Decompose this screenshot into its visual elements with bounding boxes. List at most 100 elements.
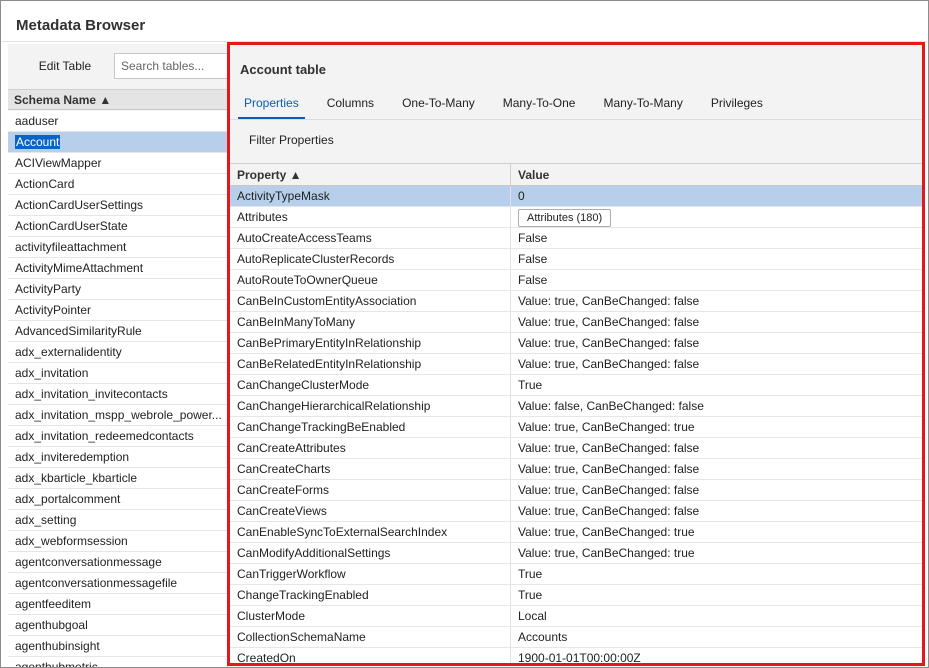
table-list-item[interactable]: adx_webformsession bbox=[8, 531, 227, 552]
property-row[interactable]: CanModifyAdditionalSettingsValue: true, … bbox=[230, 543, 922, 564]
property-row[interactable]: AutoRouteToOwnerQueueFalse bbox=[230, 270, 922, 291]
property-value: True bbox=[511, 585, 922, 605]
property-row[interactable]: AttributesAttributes (180) bbox=[230, 207, 922, 228]
property-value: Value: true, CanBeChanged: false bbox=[511, 354, 922, 374]
property-row[interactable]: ChangeTrackingEnabledTrue bbox=[230, 585, 922, 606]
table-list-item-label: agenthubmetric bbox=[15, 660, 98, 668]
table-list-item[interactable]: agentconversationmessage bbox=[8, 552, 227, 573]
tab-privileges[interactable]: Privileges bbox=[697, 89, 777, 119]
value-column-header[interactable]: Value bbox=[511, 164, 922, 185]
details-tabs: PropertiesColumnsOne-To-ManyMany-To-OneM… bbox=[230, 89, 922, 119]
tab-columns[interactable]: Columns bbox=[313, 89, 388, 119]
table-list-item-label: ActionCardUserState bbox=[15, 219, 128, 233]
table-list-item-label: adx_invitation_invitecontacts bbox=[15, 387, 168, 401]
property-row[interactable]: CanChangeTrackingBeEnabledValue: true, C… bbox=[230, 417, 922, 438]
property-name: CanCreateViews bbox=[230, 501, 511, 521]
table-list-item[interactable]: agenthubgoal bbox=[8, 615, 227, 636]
properties-grid-rows: ActivityTypeMask0AttributesAttributes (1… bbox=[230, 186, 922, 666]
property-value: Value: true, CanBeChanged: false bbox=[511, 291, 922, 311]
property-value: Value: true, CanBeChanged: true bbox=[511, 522, 922, 542]
property-row[interactable]: CanBeRelatedEntityInRelationshipValue: t… bbox=[230, 354, 922, 375]
property-row[interactable]: CanBeInManyToManyValue: true, CanBeChang… bbox=[230, 312, 922, 333]
property-name: CanChangeTrackingBeEnabled bbox=[230, 417, 511, 437]
property-row[interactable]: AutoReplicateClusterRecordsFalse bbox=[230, 249, 922, 270]
properties-grid: Property ▲ Value ActivityTypeMask0Attrib… bbox=[230, 163, 922, 666]
table-list-item[interactable]: adx_externalidentity bbox=[8, 342, 227, 363]
table-list-item-label: Account bbox=[15, 135, 60, 149]
property-row[interactable]: CanEnableSyncToExternalSearchIndexValue:… bbox=[230, 522, 922, 543]
tab-many-to-many[interactable]: Many-To-Many bbox=[589, 89, 696, 119]
table-list-item[interactable]: adx_invitation bbox=[8, 363, 227, 384]
filter-properties-button[interactable]: Filter Properties bbox=[249, 133, 334, 147]
property-value: False bbox=[511, 249, 922, 269]
property-value: True bbox=[511, 564, 922, 584]
table-list-item-label: adx_webformsession bbox=[15, 534, 128, 548]
tables-pane: Edit Table Schema Name ▲ aaduser Account A… bbox=[8, 44, 228, 668]
property-value: Value: true, CanBeChanged: false bbox=[511, 312, 922, 332]
table-list-item[interactable]: adx_invitation_mspp_webrole_power... bbox=[8, 405, 227, 426]
table-list-item-label: AdvancedSimilarityRule bbox=[15, 324, 142, 338]
table-list-item[interactable]: agentfeeditem bbox=[8, 594, 227, 615]
property-row[interactable]: CanChangeHierarchicalRelationshipValue: … bbox=[230, 396, 922, 417]
table-list-item[interactable]: ACIViewMapper bbox=[8, 153, 227, 174]
property-name: AutoRouteToOwnerQueue bbox=[230, 270, 511, 290]
property-name: AutoReplicateClusterRecords bbox=[230, 249, 511, 269]
property-row[interactable]: AutoCreateAccessTeamsFalse bbox=[230, 228, 922, 249]
property-row[interactable]: CanChangeClusterModeTrue bbox=[230, 375, 922, 396]
edit-table-button[interactable]: Edit Table bbox=[16, 53, 114, 79]
table-list-item[interactable]: adx_invitation_invitecontacts bbox=[8, 384, 227, 405]
table-list-item[interactable]: ActivityMimeAttachment bbox=[8, 258, 227, 279]
property-name: CanModifyAdditionalSettings bbox=[230, 543, 511, 563]
table-list-item[interactable]: adx_invitation_redeemedcontacts bbox=[8, 426, 227, 447]
property-value: Value: true, CanBeChanged: false bbox=[511, 333, 922, 353]
table-list-item[interactable]: adx_portalcomment bbox=[8, 489, 227, 510]
table-list-item[interactable]: AdvancedSimilarityRule bbox=[8, 321, 227, 342]
property-row[interactable]: CanBePrimaryEntityInRelationshipValue: t… bbox=[230, 333, 922, 354]
property-value: Value: true, CanBeChanged: false bbox=[511, 438, 922, 458]
table-list-item-label: agentconversationmessage bbox=[15, 555, 162, 569]
table-list-item[interactable]: ActionCardUserSettings bbox=[8, 195, 227, 216]
property-row[interactable]: ClusterModeLocal bbox=[230, 606, 922, 627]
tab-properties[interactable]: Properties bbox=[230, 89, 313, 119]
table-list-item[interactable]: agenthubinsight bbox=[8, 636, 227, 657]
tab-many-to-one[interactable]: Many-To-One bbox=[489, 89, 590, 119]
table-list-item[interactable]: ActionCardUserState bbox=[8, 216, 227, 237]
property-value: False bbox=[511, 228, 922, 248]
table-list-item[interactable]: ActionCard bbox=[8, 174, 227, 195]
property-value: False bbox=[511, 270, 922, 290]
table-list-item[interactable]: Account bbox=[8, 132, 227, 153]
property-row[interactable]: CollectionSchemaNameAccounts bbox=[230, 627, 922, 648]
table-list-item[interactable]: adx_inviteredemption bbox=[8, 447, 227, 468]
tab-one-to-many[interactable]: One-To-Many bbox=[388, 89, 489, 119]
table-list-item[interactable]: adx_kbarticle_kbarticle bbox=[8, 468, 227, 489]
property-value: Value: false, CanBeChanged: false bbox=[511, 396, 922, 416]
property-value: Local bbox=[511, 606, 922, 626]
table-list-item[interactable]: ActivityPointer bbox=[8, 300, 227, 321]
table-list-item[interactable]: adx_setting bbox=[8, 510, 227, 531]
tables-list: aaduser Account ACIViewMapperActionCard Act… bbox=[8, 111, 228, 668]
table-list-item[interactable]: aaduser bbox=[8, 111, 227, 132]
property-row[interactable]: CanCreateViewsValue: true, CanBeChanged:… bbox=[230, 501, 922, 522]
property-row[interactable]: CanCreateAttributesValue: true, CanBeCha… bbox=[230, 438, 922, 459]
property-row[interactable]: CanBeInCustomEntityAssociationValue: tru… bbox=[230, 291, 922, 312]
table-list-item[interactable]: ActivityParty bbox=[8, 279, 227, 300]
search-tables-input[interactable] bbox=[114, 53, 228, 79]
property-row[interactable]: ActivityTypeMask0 bbox=[230, 186, 922, 207]
property-column-header[interactable]: Property ▲ bbox=[230, 164, 511, 185]
table-list-item-label: agentfeeditem bbox=[15, 597, 91, 611]
property-row[interactable]: CanTriggerWorkflowTrue bbox=[230, 564, 922, 585]
property-name: CanCreateAttributes bbox=[230, 438, 511, 458]
schema-name-column-header[interactable]: Schema Name ▲ bbox=[8, 89, 228, 110]
property-value: Value: true, CanBeChanged: false bbox=[511, 501, 922, 521]
property-row[interactable]: CanCreateChartsValue: true, CanBeChanged… bbox=[230, 459, 922, 480]
attributes-button[interactable]: Attributes (180) bbox=[518, 209, 611, 227]
property-row[interactable]: CreatedOn1900-01-01T00:00:00Z bbox=[230, 648, 922, 666]
property-value: Accounts bbox=[511, 627, 922, 647]
table-list-item[interactable]: agenthubmetric bbox=[8, 657, 227, 668]
table-list-item[interactable]: agentconversationmessagefile bbox=[8, 573, 227, 594]
table-list-item-label: ActionCardUserSettings bbox=[15, 198, 143, 212]
properties-grid-header: Property ▲ Value bbox=[230, 164, 922, 186]
app-window: Metadata Browser Edit Table Schema Name … bbox=[0, 0, 929, 668]
table-list-item[interactable]: activityfileattachment bbox=[8, 237, 227, 258]
property-row[interactable]: CanCreateFormsValue: true, CanBeChanged:… bbox=[230, 480, 922, 501]
